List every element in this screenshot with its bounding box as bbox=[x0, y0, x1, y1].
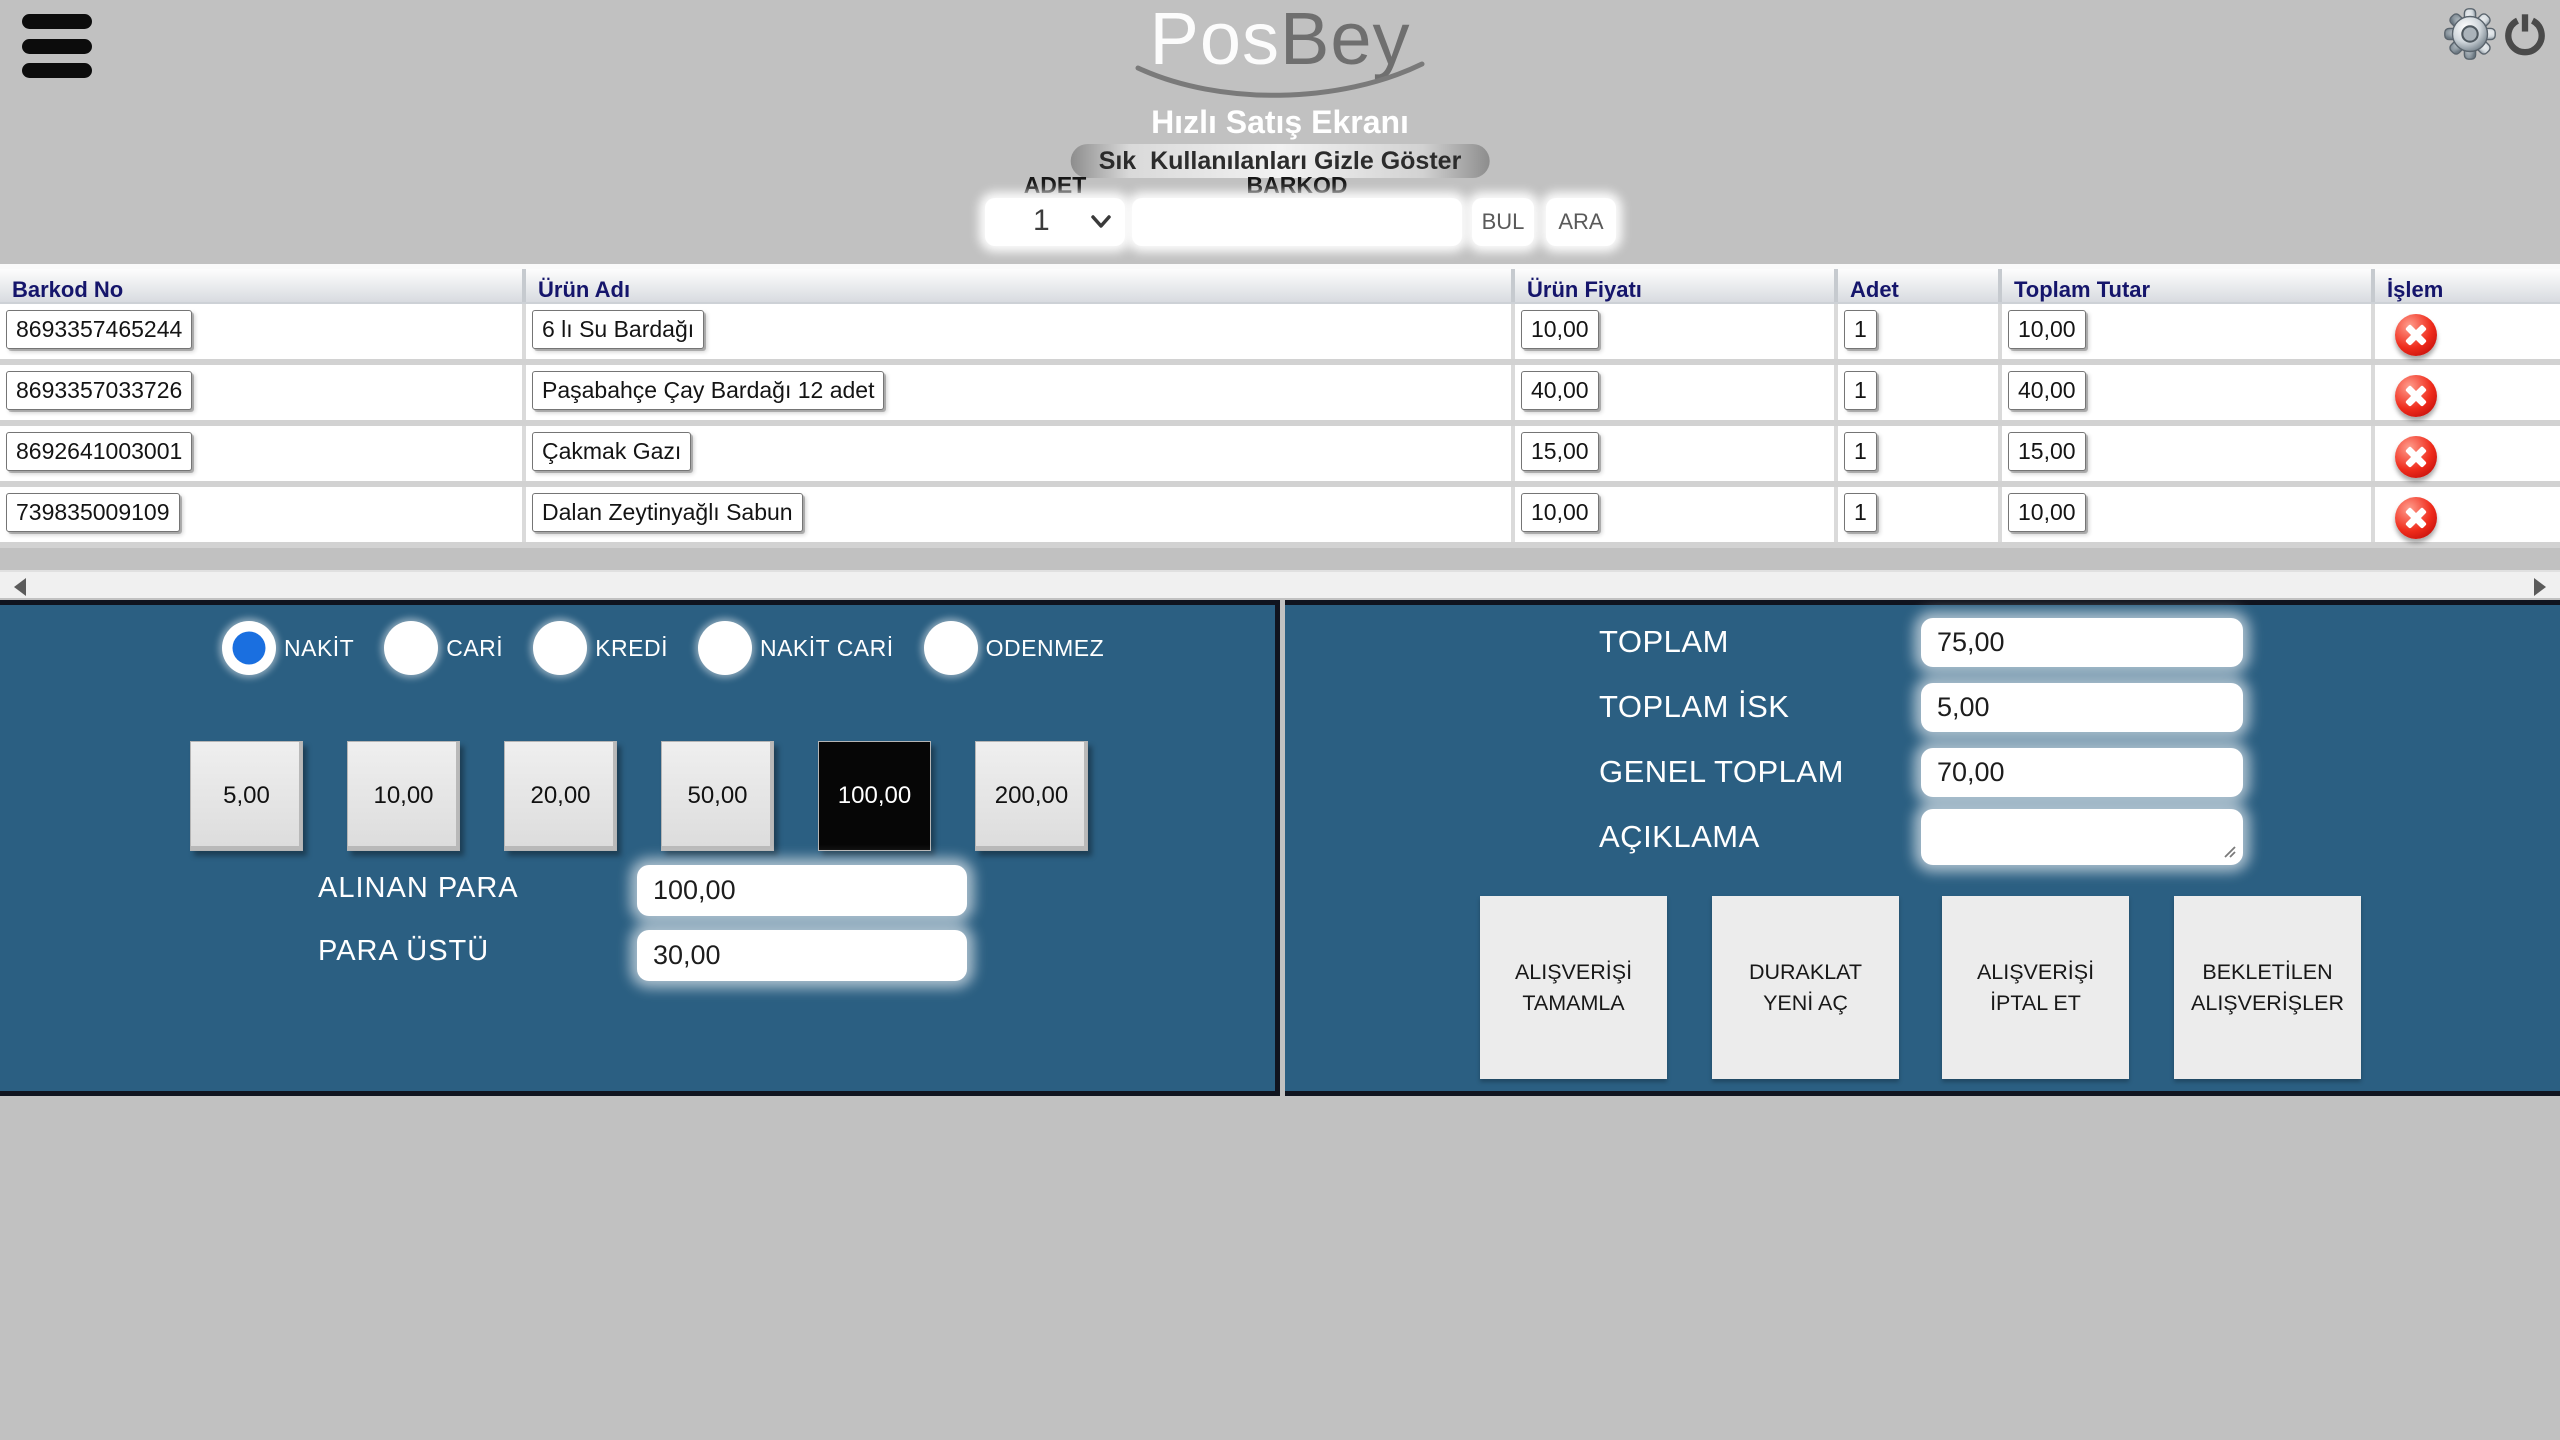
toplam-input[interactable]: 75,00 bbox=[1921, 618, 2243, 667]
radio-icon bbox=[533, 621, 587, 675]
row-barkod-input[interactable]: 8692641003001 bbox=[6, 432, 192, 471]
delete-row-icon[interactable] bbox=[2395, 375, 2437, 417]
col-toplam-tutar: Toplam Tutar bbox=[2002, 269, 2375, 302]
scroll-left-icon[interactable] bbox=[14, 578, 26, 596]
table-header: Barkod No Ürün Adı Ürün Fiyatı Adet Topl… bbox=[0, 264, 2560, 304]
denomination-50[interactable]: 50,00 bbox=[661, 741, 774, 851]
pos-fast-sale-screen: PosBey Hızlı Satış Ekranı Sık Kullanılan… bbox=[0, 0, 2560, 1440]
barkod-input[interactable] bbox=[1132, 198, 1462, 246]
row-tutar-input[interactable]: 10,00 bbox=[2008, 310, 2086, 349]
complete-sale-button[interactable]: ALIŞVERİŞİ TAMAMLA bbox=[1480, 896, 1667, 1079]
radio-icon bbox=[698, 621, 752, 675]
col-urun-fiyati: Ürün Fiyatı bbox=[1515, 269, 1838, 302]
para-ustu-label: PARA ÜSTÜ bbox=[318, 935, 489, 968]
page-title: Hızlı Satış Ekranı bbox=[0, 104, 2560, 141]
genel-toplam-label: GENEL TOPLAM bbox=[1599, 754, 1921, 790]
row-adet-input[interactable]: 1 bbox=[1844, 493, 1877, 532]
settings-gear-icon[interactable] bbox=[2442, 6, 2498, 62]
col-islem: İşlem bbox=[2375, 269, 2556, 302]
table-row: 8693357465244 6 lı Su Bardağı 10,00 1 10… bbox=[0, 304, 2560, 365]
delete-row-icon[interactable] bbox=[2395, 497, 2437, 539]
summary-panel: TOPLAM 75,00 TOPLAM İSK 5,00 GENEL TOPLA… bbox=[1285, 600, 2560, 1096]
row-barkod-input[interactable]: 739835009109 bbox=[6, 493, 180, 532]
payment-methods: NAKİT CARİ KREDİ NAKİT CARİ ODENMEZ bbox=[222, 621, 1104, 675]
aciklama-textarea[interactable] bbox=[1921, 809, 2243, 865]
payment-method-kredi[interactable]: KREDİ bbox=[533, 621, 668, 675]
barkod-label: BARKOD bbox=[1132, 172, 1462, 199]
row-tutar-input[interactable]: 10,00 bbox=[2008, 493, 2086, 532]
adet-select[interactable]: 1 bbox=[985, 198, 1125, 246]
row-adet-input[interactable]: 1 bbox=[1844, 432, 1877, 471]
row-fiyat-input[interactable]: 10,00 bbox=[1521, 310, 1599, 349]
payment-method-nakit[interactable]: NAKİT bbox=[222, 621, 354, 675]
row-fiyat-input[interactable]: 40,00 bbox=[1521, 371, 1599, 410]
table-row: 739835009109 Dalan Zeytinyağlı Sabun 10,… bbox=[0, 487, 2560, 548]
row-fiyat-input[interactable]: 10,00 bbox=[1521, 493, 1599, 532]
denomination-10[interactable]: 10,00 bbox=[347, 741, 460, 851]
toplam-isk-label: TOPLAM İSK bbox=[1599, 689, 1921, 725]
row-tutar-input[interactable]: 15,00 bbox=[2008, 432, 2086, 471]
logo-swoosh-icon bbox=[1130, 60, 1430, 108]
product-table: Barkod No Ürün Adı Ürün Fiyatı Adet Topl… bbox=[0, 264, 2560, 548]
delete-row-icon[interactable] bbox=[2395, 314, 2437, 356]
scroll-right-icon[interactable] bbox=[2534, 578, 2546, 596]
pause-open-new-button[interactable]: DURAKLAT YENİ AÇ bbox=[1712, 896, 1899, 1079]
denomination-buttons: 5,00 10,00 20,00 50,00 100,00 200,00 bbox=[190, 741, 1088, 851]
payment-method-cari[interactable]: CARİ bbox=[384, 621, 503, 675]
chevron-down-icon bbox=[1091, 215, 1111, 229]
col-adet: Adet bbox=[1838, 269, 2002, 302]
held-sales-button[interactable]: BEKLETİLEN ALIŞVERİŞLER bbox=[2174, 896, 2361, 1079]
row-urun-input[interactable]: Paşabahçe Çay Bardağı 12 adet bbox=[532, 371, 884, 410]
payment-method-nakit-cari[interactable]: NAKİT CARİ bbox=[698, 621, 894, 675]
row-urun-input[interactable]: Dalan Zeytinyağlı Sabun bbox=[532, 493, 803, 532]
row-adet-input[interactable]: 1 bbox=[1844, 310, 1877, 349]
payment-method-odenmez[interactable]: ODENMEZ bbox=[924, 621, 1105, 675]
horizontal-scrollbar[interactable] bbox=[0, 570, 2560, 598]
denomination-5[interactable]: 5,00 bbox=[190, 741, 303, 851]
table-row: 8692641003001 Çakmak Gazı 15,00 1 15,00 bbox=[0, 426, 2560, 487]
toplam-label: TOPLAM bbox=[1599, 624, 1921, 660]
col-urun-adi: Ürün Adı bbox=[526, 269, 1515, 302]
alinan-para-label: ALINAN PARA bbox=[318, 872, 519, 905]
ara-button[interactable]: ARA bbox=[1546, 198, 1616, 246]
cancel-sale-button[interactable]: ALIŞVERİŞİ İPTAL ET bbox=[1942, 896, 2129, 1079]
radio-icon bbox=[222, 621, 276, 675]
row-adet-input[interactable]: 1 bbox=[1844, 371, 1877, 410]
adet-label: ADET bbox=[985, 172, 1125, 199]
aciklama-label: AÇIKLAMA bbox=[1599, 819, 1921, 855]
denomination-20[interactable]: 20,00 bbox=[504, 741, 617, 851]
toplam-isk-input[interactable]: 5,00 bbox=[1921, 683, 2243, 732]
row-barkod-input[interactable]: 8693357465244 bbox=[6, 310, 192, 349]
radio-icon bbox=[924, 621, 978, 675]
genel-toplam-input[interactable]: 70,00 bbox=[1921, 748, 2243, 797]
col-barkod-no: Barkod No bbox=[0, 269, 526, 302]
bul-button[interactable]: BUL bbox=[1472, 198, 1534, 246]
row-urun-input[interactable]: 6 lı Su Bardağı bbox=[532, 310, 704, 349]
row-urun-input[interactable]: Çakmak Gazı bbox=[532, 432, 691, 471]
alinan-para-input[interactable]: 100,00 bbox=[637, 865, 967, 916]
resize-handle-icon[interactable] bbox=[2221, 843, 2237, 859]
power-icon[interactable] bbox=[2502, 12, 2548, 58]
denomination-100[interactable]: 100,00 bbox=[818, 741, 931, 851]
radio-icon bbox=[384, 621, 438, 675]
row-tutar-input[interactable]: 40,00 bbox=[2008, 371, 2086, 410]
denomination-200[interactable]: 200,00 bbox=[975, 741, 1088, 851]
table-row: 8693357033726 Paşabahçe Çay Bardağı 12 a… bbox=[0, 365, 2560, 426]
row-barkod-input[interactable]: 8693357033726 bbox=[6, 371, 192, 410]
delete-row-icon[interactable] bbox=[2395, 436, 2437, 478]
row-fiyat-input[interactable]: 15,00 bbox=[1521, 432, 1599, 471]
payment-panel: NAKİT CARİ KREDİ NAKİT CARİ ODENMEZ 5,00… bbox=[0, 600, 1280, 1096]
adet-select-value: 1 bbox=[1033, 204, 1050, 238]
para-ustu-input[interactable]: 30,00 bbox=[637, 930, 967, 981]
